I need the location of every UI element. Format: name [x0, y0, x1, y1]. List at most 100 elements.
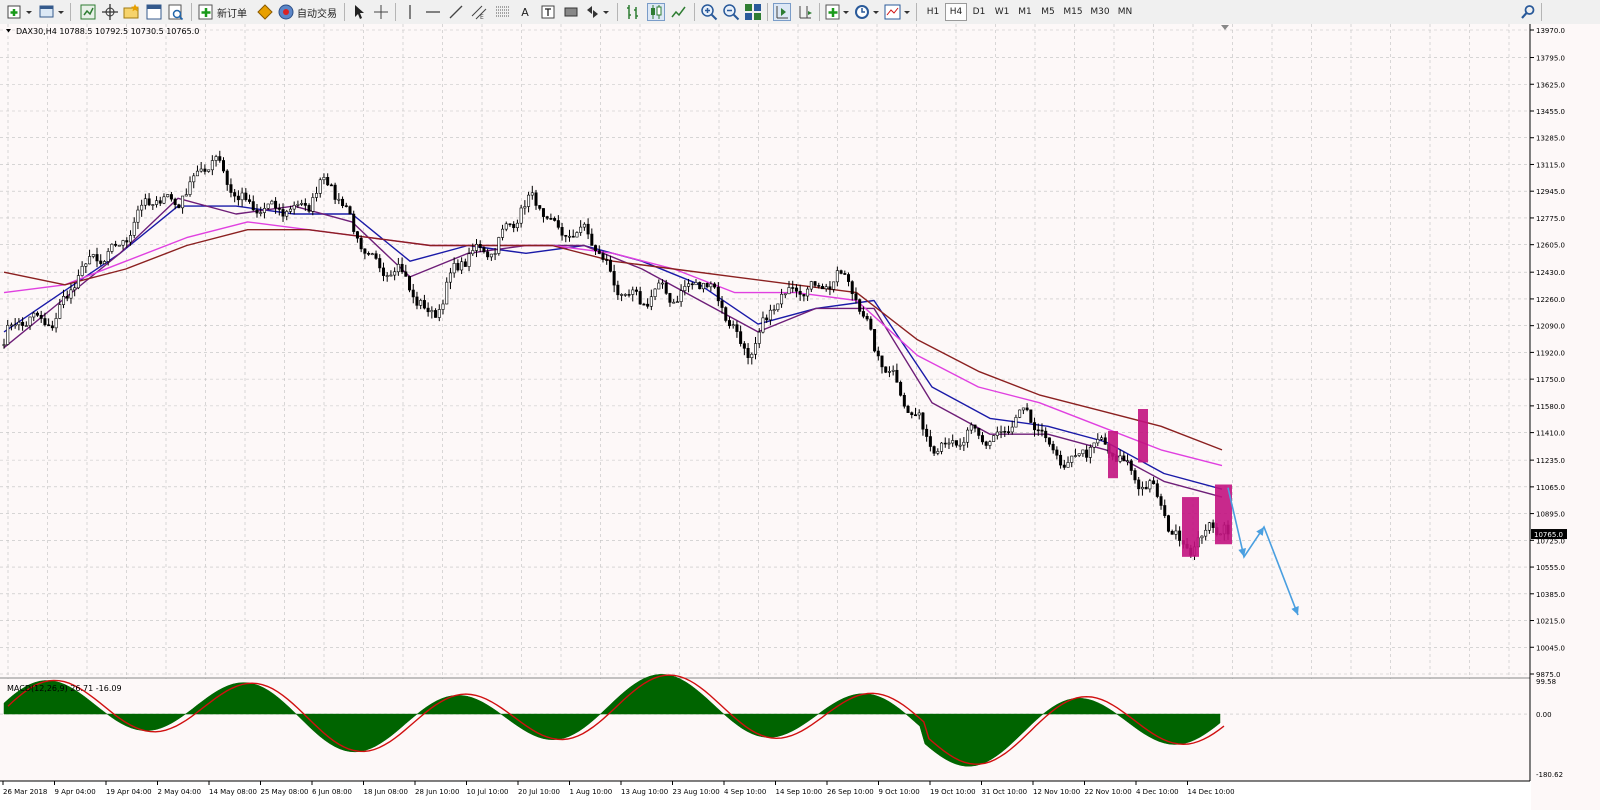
candle-body: [169, 194, 173, 200]
chart-window[interactable]: 13970.0 13795.0 13625.0 13455.0 13285.0 13115…: [0, 24, 1600, 810]
candle-body: [348, 206, 352, 215]
bar-chart-button[interactable]: [623, 2, 643, 22]
candle-body: [277, 207, 281, 210]
candle-body: [787, 287, 791, 295]
terminal-button[interactable]: [144, 2, 164, 22]
candle-body: [873, 329, 877, 352]
trendline-tool[interactable]: [447, 2, 465, 22]
candle-body: [303, 203, 307, 206]
candle-body: [1033, 422, 1037, 431]
auto-trading-button[interactable]: 自动交易: [277, 2, 339, 22]
candle-body: [1059, 454, 1063, 466]
periods-button[interactable]: [853, 2, 881, 22]
text-label-tool[interactable]: [539, 2, 557, 22]
time-tick-label: 1 Aug 10:00: [570, 788, 613, 796]
candle-body: [631, 289, 635, 295]
candle-body: [1066, 462, 1070, 468]
zoom-in-button[interactable]: [699, 2, 719, 22]
candle-body: [705, 283, 709, 288]
candle-body: [854, 293, 858, 300]
candle-body: [597, 250, 601, 254]
auto-scroll-button[interactable]: [772, 2, 792, 22]
candlestick-chart-button[interactable]: [646, 2, 666, 22]
candle-body: [128, 235, 132, 243]
candle-body: [1200, 535, 1204, 539]
candle-body: [515, 222, 519, 228]
time-tick-label: 14 Sep 10:00: [776, 788, 823, 796]
timeframe-d1[interactable]: D1: [968, 3, 990, 21]
candle-body: [582, 223, 586, 228]
chart-shift-icon: [799, 6, 812, 19]
candle-body: [869, 318, 873, 330]
zoom-out-button[interactable]: [721, 2, 741, 22]
candle-body: [21, 321, 25, 326]
new-chart-button[interactable]: [6, 2, 34, 22]
candle-body: [601, 253, 605, 260]
timeframe-mn[interactable]: MN: [1114, 3, 1136, 21]
arrows-tool[interactable]: [584, 2, 612, 22]
time-tick-label: 2 May 04:00: [158, 788, 202, 796]
candle-body: [906, 405, 910, 413]
chart-shift-button[interactable]: [795, 2, 815, 22]
rectangle-tool[interactable]: [562, 2, 580, 22]
vertical-line-tool[interactable]: [401, 2, 419, 22]
candle-body: [1174, 530, 1178, 535]
timeframe-w1[interactable]: W1: [991, 3, 1013, 21]
candle-body: [683, 286, 687, 291]
timeframe-m1[interactable]: M1: [1014, 3, 1036, 21]
horizontal-line-tool[interactable]: [424, 2, 442, 22]
crosshair-tool[interactable]: [372, 2, 390, 22]
candle-body: [437, 309, 441, 318]
candle-body: [1144, 487, 1148, 490]
candle-body: [88, 256, 92, 265]
equidistant-channel-tool[interactable]: E: [470, 2, 488, 22]
profiles-button[interactable]: [38, 2, 66, 22]
candle-body: [679, 290, 683, 302]
timeframe-h4[interactable]: H4: [945, 3, 967, 21]
candle-body: [28, 316, 32, 326]
meta-editor-button[interactable]: [255, 2, 275, 22]
cursor-arrow-icon: [355, 5, 364, 19]
macd-indicator: [0, 674, 1530, 781]
candle-body: [534, 192, 538, 206]
candle-body: [292, 205, 296, 210]
candle-body: [895, 369, 899, 383]
line-chart-button[interactable]: [669, 2, 689, 22]
text-tool[interactable]: A: [516, 2, 534, 22]
fibonacci-tool[interactable]: [494, 2, 512, 22]
strategy-tester-button[interactable]: [166, 2, 186, 22]
timeframe-m15[interactable]: M15: [1060, 3, 1086, 21]
profiles-icon: [39, 5, 64, 18]
candle-body: [341, 198, 345, 206]
macd-axis-label: 0.00: [1536, 711, 1552, 719]
cursor-tool[interactable]: [350, 2, 368, 22]
candle-body: [560, 227, 564, 236]
candle-body: [13, 324, 17, 327]
candle-body: [690, 283, 694, 286]
candle-body: [1118, 455, 1122, 462]
timeframe-h1[interactable]: H1: [922, 3, 944, 21]
candle-body: [125, 240, 129, 243]
timeframe-m5[interactable]: M5: [1037, 3, 1059, 21]
templates-button[interactable]: [884, 2, 912, 22]
tile-windows-button[interactable]: [743, 2, 763, 22]
chart-canvas[interactable]: 13970.0 13795.0 13625.0 13455.0 13285.0 13115…: [0, 24, 1600, 810]
candle-body: [62, 296, 66, 305]
candle-body: [1010, 426, 1014, 433]
price-tick-label: 12945.0: [1536, 188, 1565, 196]
candle-body: [326, 177, 330, 186]
indicators-button[interactable]: [824, 2, 852, 22]
market-watch-button[interactable]: [78, 2, 98, 22]
candle-body: [1122, 455, 1126, 462]
candle-body: [117, 244, 121, 247]
navigator-button[interactable]: [100, 2, 120, 22]
candle-body: [1047, 437, 1051, 445]
timeframe-m30[interactable]: M30: [1087, 3, 1113, 21]
candle-body: [642, 303, 646, 306]
rectangle-icon: [564, 7, 578, 17]
new-order-button[interactable]: 新订单: [197, 2, 253, 22]
candle-body: [936, 451, 940, 454]
price-tick-label: 11410.0: [1536, 430, 1565, 438]
favorites-button[interactable]: [122, 2, 142, 22]
search-button[interactable]: [1518, 2, 1538, 22]
